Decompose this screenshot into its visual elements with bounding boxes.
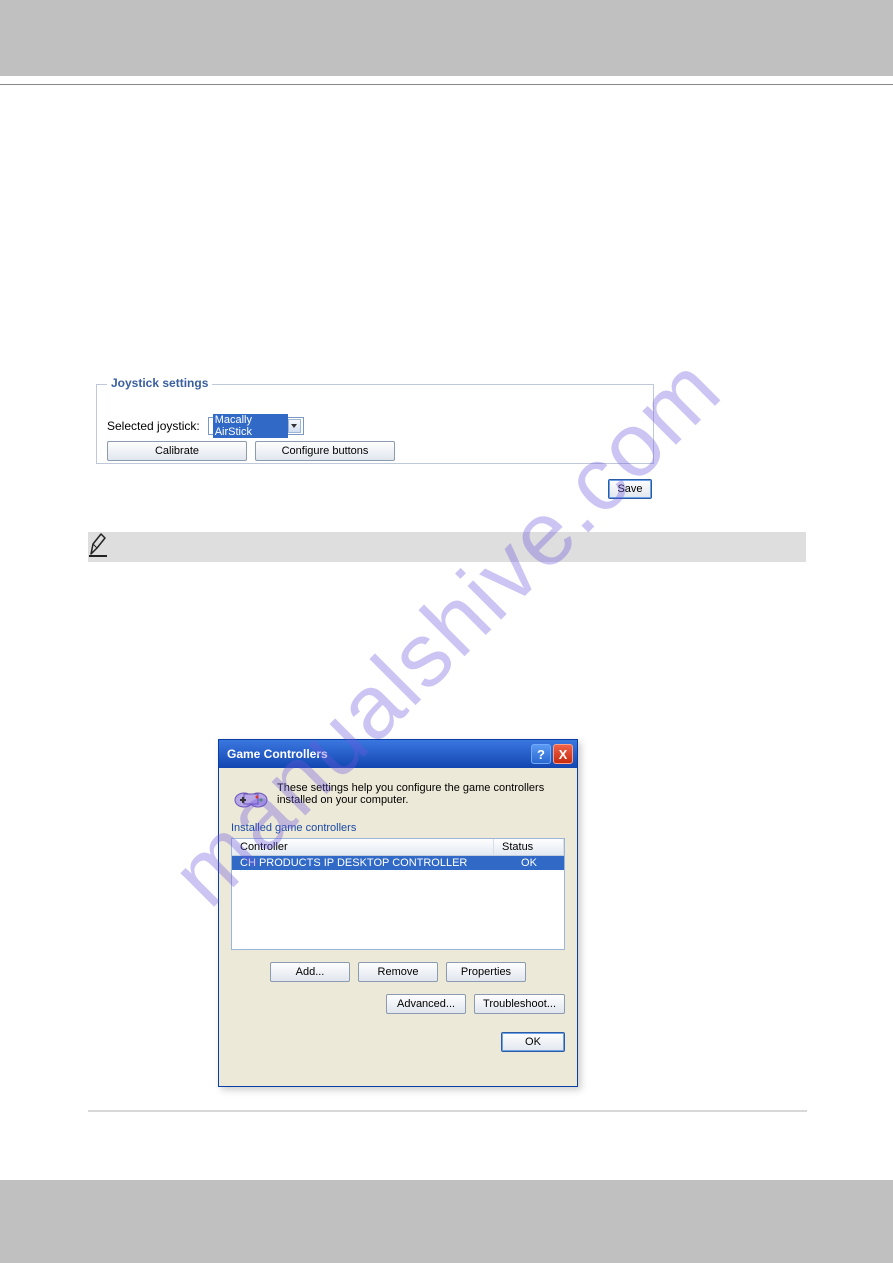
note-callout-bar xyxy=(88,532,806,562)
configure-buttons-button[interactable]: Configure buttons xyxy=(255,441,395,461)
page-header-band xyxy=(0,0,893,76)
joystick-settings-legend: Joystick settings xyxy=(107,376,212,390)
column-controller[interactable]: Controller xyxy=(232,839,494,855)
dialog-description: These settings help you configure the ga… xyxy=(277,782,563,806)
properties-button[interactable]: Properties xyxy=(446,962,526,982)
selected-joystick-label: Selected joystick: xyxy=(107,419,200,433)
page-footer-band xyxy=(0,1180,893,1263)
advanced-button[interactable]: Advanced... xyxy=(386,994,466,1014)
selected-joystick-value: Macally AirStick xyxy=(213,414,288,438)
column-status[interactable]: Status xyxy=(494,839,564,855)
chevron-down-icon xyxy=(288,419,301,433)
divider xyxy=(0,84,893,85)
row-controller: CH PRODUCTS IP DESKTOP CONTROLLER xyxy=(232,856,494,870)
pencil-icon xyxy=(87,530,111,558)
dialog-title: Game Controllers xyxy=(227,747,328,761)
save-button[interactable]: Save xyxy=(608,479,652,499)
joystick-settings-group: Joystick settings Selected joystick: Mac… xyxy=(96,384,654,464)
table-row[interactable]: CH PRODUCTS IP DESKTOP CONTROLLER OK xyxy=(232,856,564,870)
list-header: Controller Status xyxy=(232,839,564,856)
close-icon[interactable]: X xyxy=(553,744,573,764)
controllers-listbox[interactable]: Controller Status CH PRODUCTS IP DESKTOP… xyxy=(231,838,565,950)
gamepad-icon xyxy=(233,782,269,810)
installed-controllers-label: Installed game controllers xyxy=(231,822,565,834)
troubleshoot-button[interactable]: Troubleshoot... xyxy=(474,994,565,1014)
game-controllers-dialog: Game Controllers ? X These settings help… xyxy=(218,739,578,1087)
row-status: OK xyxy=(494,856,564,870)
dialog-titlebar[interactable]: Game Controllers ? X xyxy=(219,740,577,768)
selected-joystick-dropdown[interactable]: Macally AirStick xyxy=(208,417,304,435)
remove-button[interactable]: Remove xyxy=(358,962,438,982)
help-icon[interactable]: ? xyxy=(531,744,551,764)
ok-button[interactable]: OK xyxy=(501,1032,565,1052)
add-button[interactable]: Add... xyxy=(270,962,350,982)
calibrate-button[interactable]: Calibrate xyxy=(107,441,247,461)
divider xyxy=(88,1110,807,1112)
